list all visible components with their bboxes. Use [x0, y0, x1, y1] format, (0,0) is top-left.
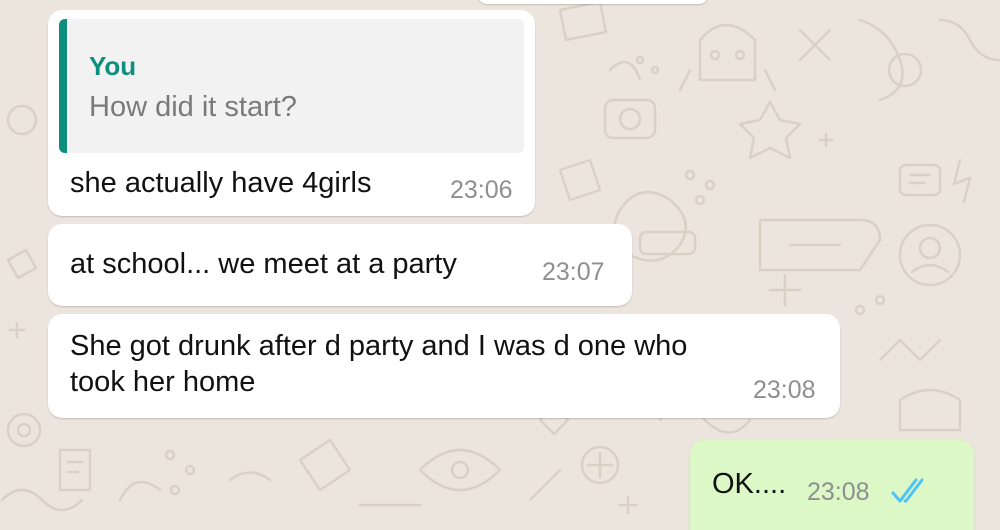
quote-text: How did it start?: [89, 91, 297, 123]
quote-accent-bar: [59, 19, 67, 153]
message-text: she actually have 4girls: [70, 167, 372, 199]
message-bubble-outgoing[interactable]: OK.... 23:08: [690, 440, 974, 530]
message-timestamp: 23:07: [542, 258, 605, 286]
chat-conversation: You How did it start? she actually have …: [0, 0, 1000, 530]
quoted-reply[interactable]: You How did it start?: [59, 19, 524, 153]
message-timestamp: 23:08: [753, 376, 816, 404]
previous-message-bubble[interactable]: [478, 0, 708, 4]
quote-author: You: [89, 51, 137, 81]
message-text-line-2: took her home: [70, 366, 256, 398]
message-bubble-incoming[interactable]: at school... we meet at a party 23:07: [48, 224, 632, 306]
message-text: OK....: [712, 468, 787, 500]
double-check-read-icon: [891, 478, 924, 503]
message-bubble-incoming[interactable]: She got drunk after d party and I was d …: [48, 314, 840, 418]
message-timestamp: 23:08: [807, 478, 870, 506]
message-text-line-1: She got drunk after d party and I was d …: [70, 330, 688, 362]
message-text: at school... we meet at a party: [70, 248, 457, 280]
message-bubble-incoming[interactable]: You How did it start? she actually have …: [48, 10, 535, 216]
message-timestamp: 23:06: [450, 176, 513, 204]
